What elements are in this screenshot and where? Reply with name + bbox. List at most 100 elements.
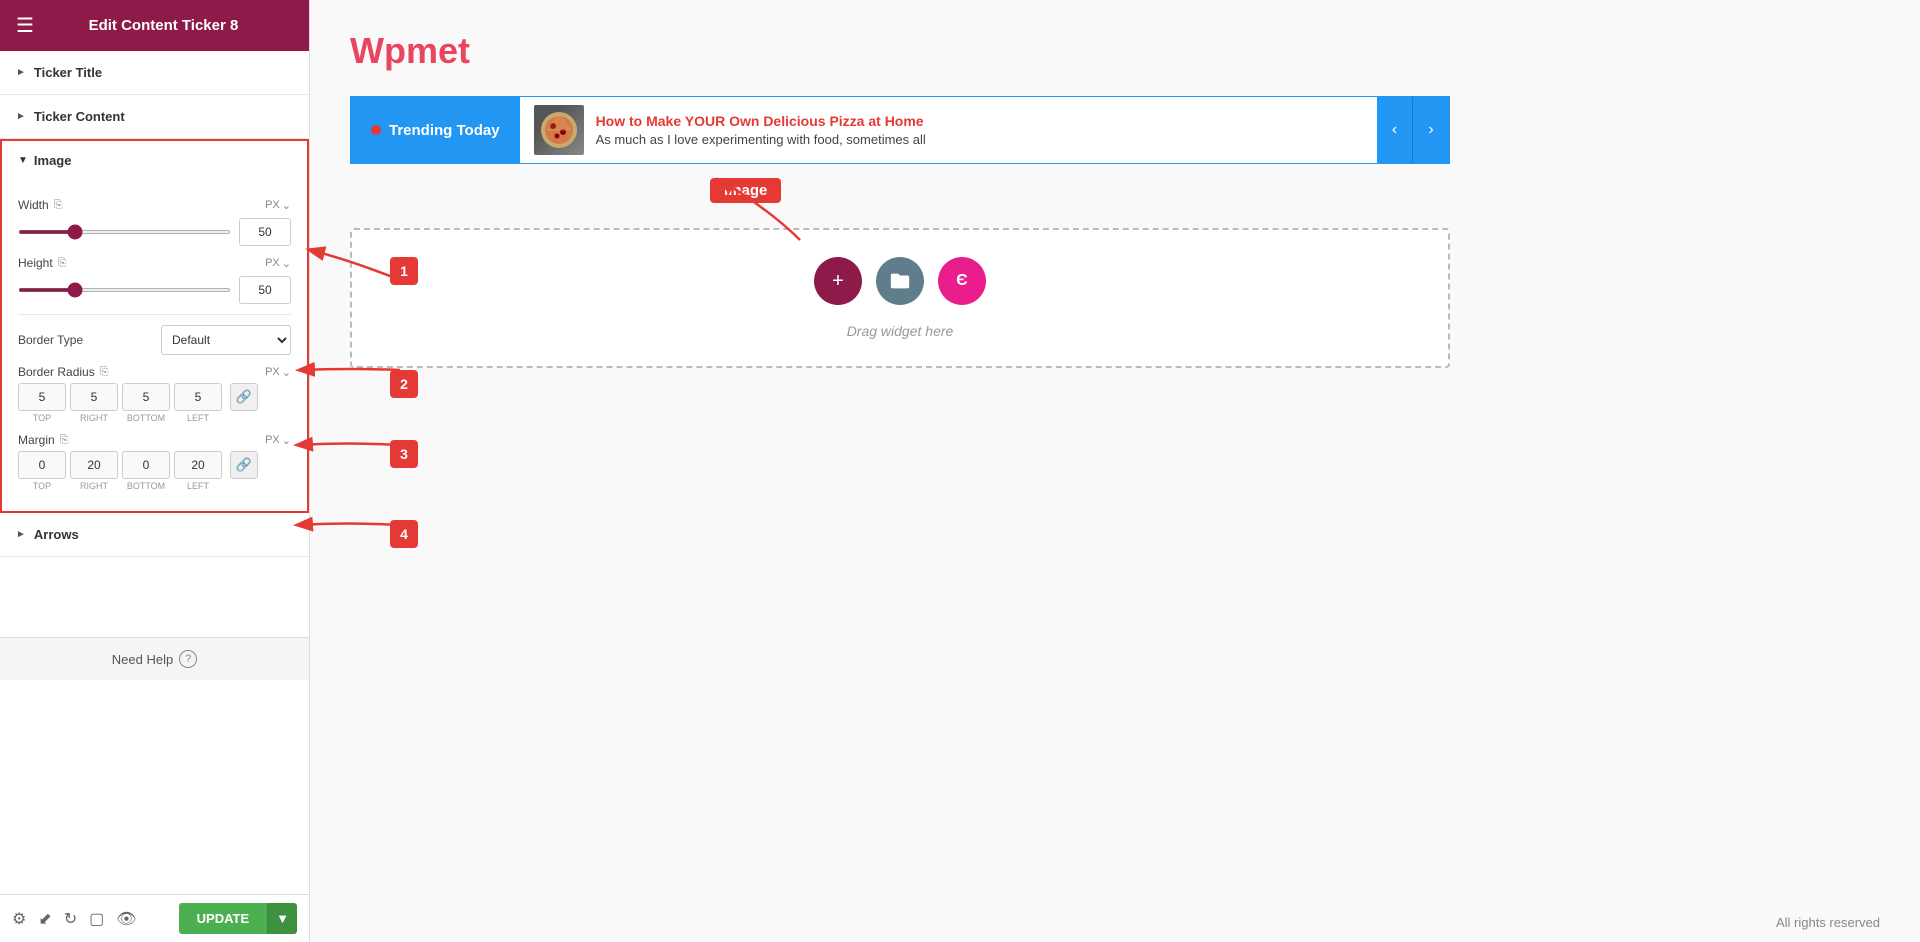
ticker-label-text: Trending Today (389, 122, 500, 139)
sidebar-header: ☰ Edit Content Ticker 8 ⁤ (0, 0, 309, 51)
need-help-row: Need Help ? (0, 637, 309, 680)
chevron-down-icon-height: ⌄ (282, 257, 291, 270)
height-slider-row: 50 (18, 276, 291, 304)
margin-left-label: LEFT (187, 481, 209, 491)
width-field-row: Width ⎘ PX ⌄ (18, 198, 291, 212)
update-button-wrap: UPDATE ▼ (179, 903, 297, 934)
radius-right-wrap: 5 RIGHT (70, 383, 118, 423)
width-slider[interactable] (18, 230, 231, 234)
history-icon[interactable]: ↻ (64, 909, 77, 929)
ticker-label: Trending Today (351, 97, 520, 163)
ticker-prev-btn[interactable]: ‹ (1377, 97, 1413, 163)
image-section-label: Image (34, 153, 72, 168)
drop-zone: + Є Drag widget here (350, 228, 1450, 368)
sidebar-item-image[interactable]: ▼ Image (2, 141, 307, 176)
ticker-content: How to Make YOUR Own Delicious Pizza at … (520, 97, 1377, 163)
image-badge: image (710, 178, 781, 203)
hamburger-icon[interactable]: ☰ (16, 13, 34, 38)
radius-bottom-input[interactable]: 5 (122, 383, 170, 411)
monitor-icon-height: ⎘ (58, 257, 67, 270)
width-input[interactable]: 50 (239, 218, 291, 246)
need-help-text: Need Help (112, 652, 173, 667)
main-footer: All rights reserved (310, 903, 1920, 942)
ticker-title-label: Ticker Title (34, 65, 102, 80)
radius-link-btn[interactable]: 🔗 (230, 383, 258, 411)
ticker-text-block: How to Make YOUR Own Delicious Pizza at … (596, 113, 1363, 147)
margin-link-btn[interactable]: 🔗 (230, 451, 258, 479)
spacer (0, 557, 309, 637)
margin-top-input[interactable]: 0 (18, 451, 66, 479)
margin-bottom-label: BOTTOM (127, 481, 165, 491)
add-widget-btn[interactable]: + (814, 257, 862, 305)
monitor-icon-margin: ⎘ (60, 434, 69, 447)
bottom-icons: ⚙ ⬋ ↻ ▢ 👁 (12, 909, 137, 929)
arrows-label: Arrows (34, 527, 79, 542)
sidebar-title: Edit Content Ticker 8 (89, 17, 239, 34)
border-type-select[interactable]: Default None Solid Dashed Dotted Double (161, 325, 291, 355)
sidebar-item-ticker-content[interactable]: ► Ticker Content (0, 95, 309, 139)
height-input[interactable]: 50 (239, 276, 291, 304)
layers-icon[interactable]: ⬋ (38, 909, 51, 929)
eye-icon[interactable]: 👁 (116, 909, 136, 929)
ticker-widget: Trending Today (350, 96, 1450, 164)
image-section-body: Width ⎘ PX ⌄ 50 Height ⎘ (2, 176, 307, 511)
margin-right-input[interactable]: 20 (70, 451, 118, 479)
margin-left-input[interactable]: 20 (174, 451, 222, 479)
drop-zone-text: Drag widget here (847, 323, 954, 339)
footer-text: All rights reserved (1776, 915, 1880, 930)
main-content: Wpmet Trending Today (310, 0, 1920, 942)
folder-btn[interactable] (876, 257, 924, 305)
margin-top-wrap: 0 TOP (18, 451, 66, 491)
margin-bottom-wrap: 0 BOTTOM (122, 451, 170, 491)
border-type-label: Border Type (18, 333, 83, 347)
sidebar-item-ticker-title[interactable]: ► Ticker Title (0, 51, 309, 95)
sidebar-content: ► Ticker Title ► Ticker Content ▼ Image … (0, 51, 309, 894)
height-unit[interactable]: PX ⌄ (265, 257, 291, 270)
ticker-next-btn[interactable]: › (1413, 97, 1449, 163)
image-badge-wrap: image (710, 178, 781, 203)
radius-right-input[interactable]: 5 (70, 383, 118, 411)
ticker-nav: ‹ › (1377, 97, 1449, 163)
border-radius-unit[interactable]: PX ⌄ (265, 366, 291, 379)
ticker-image (534, 105, 584, 155)
ticker-img-inner (534, 105, 584, 155)
chevron-down-icon: ▼ (18, 155, 28, 166)
margin-right-wrap: 20 RIGHT (70, 451, 118, 491)
update-dropdown-button[interactable]: ▼ (267, 903, 297, 934)
radius-left-label: LEFT (187, 413, 209, 423)
radius-bottom-label: BOTTOM (127, 413, 165, 423)
border-type-row: Border Type Default None Solid Dashed Do… (18, 325, 291, 355)
image-badge-area: image (350, 178, 1880, 218)
width-unit[interactable]: PX ⌄ (265, 199, 291, 212)
help-icon[interactable]: ? (179, 650, 197, 668)
sidebar-item-arrows[interactable]: ► Arrows (0, 513, 309, 557)
height-slider[interactable] (18, 288, 231, 292)
sidebar: ☰ Edit Content Ticker 8 ⁤ ► Ticker Title… (0, 0, 310, 942)
elementor-btn[interactable]: Є (938, 257, 986, 305)
brand-title: Wpmet (350, 30, 1880, 72)
width-slider-row: 50 (18, 218, 291, 246)
image-section-container: ▼ Image Width ⎘ PX ⌄ 50 (0, 139, 309, 513)
height-field-row: Height ⎘ PX ⌄ (18, 256, 291, 270)
settings-icon[interactable]: ⚙ (12, 909, 26, 929)
update-button[interactable]: UPDATE (179, 903, 267, 934)
radius-bottom-wrap: 5 BOTTOM (122, 383, 170, 423)
folder-svg (889, 270, 911, 292)
margin-top-label: TOP (33, 481, 51, 491)
margin-unit[interactable]: PX ⌄ (265, 434, 291, 447)
chevron-right-icon: ► (16, 67, 26, 78)
pizza-svg (539, 110, 579, 150)
chevron-down-icon-margin: ⌄ (282, 434, 291, 447)
height-label: Height ⎘ (18, 256, 67, 270)
margin-row: Margin ⎘ PX ⌄ (18, 433, 291, 447)
radius-left-input[interactable]: 5 (174, 383, 222, 411)
radius-left-wrap: 5 LEFT (174, 383, 222, 423)
margin-inputs: 0 TOP 20 RIGHT 0 BOTTOM 20 LEFT (18, 451, 291, 491)
chevron-down-icon-radius: ⌄ (282, 366, 291, 379)
ticker-headline: How to Make YOUR Own Delicious Pizza at … (596, 113, 1363, 129)
template-icon[interactable]: ▢ (89, 909, 104, 929)
divider-1 (18, 314, 291, 315)
margin-bottom-input[interactable]: 0 (122, 451, 170, 479)
radius-right-label: RIGHT (80, 413, 108, 423)
radius-top-input[interactable]: 5 (18, 383, 66, 411)
